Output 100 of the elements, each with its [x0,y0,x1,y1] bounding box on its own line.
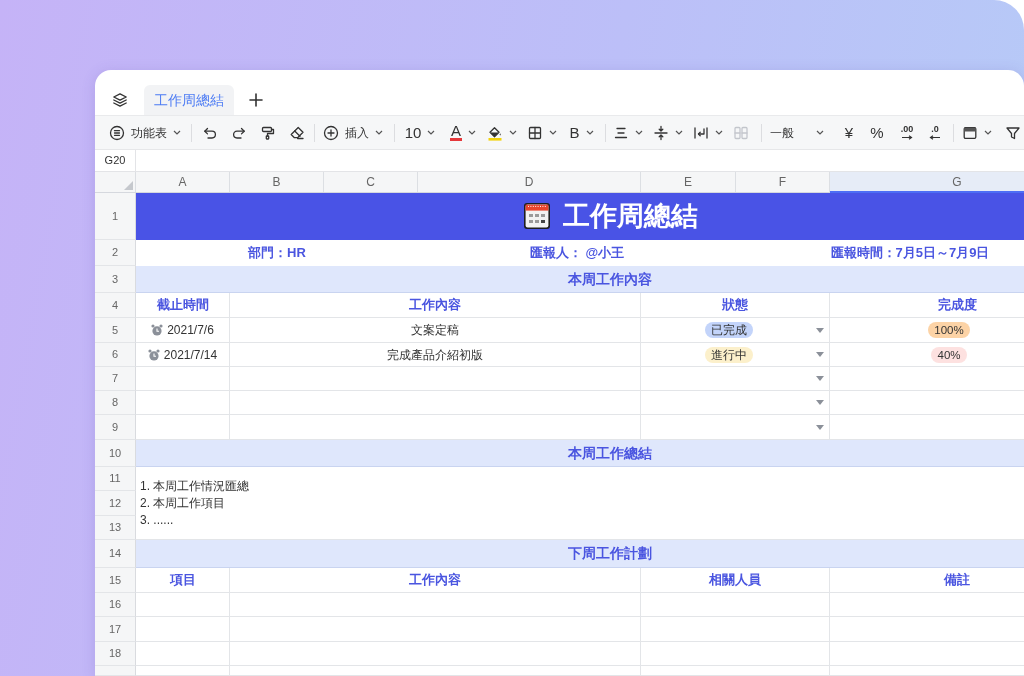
table-header-icon [962,124,978,141]
reporter-text: 匯報人： @小王 [529,243,625,262]
decrease-decimal-button[interactable]: .0 [923,119,947,146]
font-color-button[interactable]: A [445,119,481,146]
column-heading: 工作內容 [409,571,461,590]
select-all-icon[interactable] [124,181,133,190]
row-header[interactable]: 16 [95,593,136,617]
column-header[interactable]: G [830,172,1024,193]
column-heading: 完成度 [937,296,977,315]
calendar-icon [522,202,551,230]
row-header[interactable]: 1 [95,193,136,240]
caret-icon [427,130,436,135]
currency-button[interactable]: ¥ [837,119,861,146]
row-header[interactable]: 8 [95,391,136,415]
grid-icon [527,124,543,141]
row-header[interactable]: 3 [95,266,136,293]
dropdown-arrow-icon[interactable] [816,327,824,333]
column-heading: 相關人員 [709,571,761,590]
paint-bucket-icon [487,124,503,141]
date-text: 2021/7/6 [167,322,214,339]
summary-line: 1. 本周工作情況匯總 [140,477,250,495]
caret-icon [549,130,557,135]
plus-circle-icon [323,124,339,141]
right-arrow-icon [901,135,913,140]
summary-line: 2. 本周工作項目 [140,494,226,512]
menu-button[interactable]: 功能表 [107,119,183,146]
dropdown-arrow-icon[interactable] [816,376,824,381]
alarm-clock-icon [147,348,160,361]
column-heading: 工作內容 [409,296,461,315]
caret-icon [634,130,643,135]
column-heading: 截止時間 [156,296,209,315]
empty-cell[interactable] [230,391,641,415]
progress-tag: 40% [931,346,967,363]
column-header[interactable]: E [641,172,736,192]
caret-icon [674,130,683,135]
insert-button[interactable]: 插入 [321,119,385,146]
column-header[interactable]: C [324,172,418,192]
caret-icon [816,130,824,135]
empty-cell[interactable] [641,666,830,676]
row-header[interactable]: 11 [95,467,136,491]
paint-roller-icon [259,124,276,141]
row-header[interactable]: 4 [95,293,136,318]
left-arrow-icon [929,135,941,140]
increase-decimal-button[interactable]: .00 [895,119,919,146]
column-header[interactable]: D [418,172,641,192]
empty-cell[interactable] [641,593,830,617]
empty-cell[interactable] [641,642,830,666]
status-tag: 進行中 [704,346,753,363]
row-header[interactable] [95,666,136,676]
row-header[interactable]: 14 [95,540,136,568]
row-header[interactable]: 13 [95,516,136,540]
report-period-text: 匯報時間：7月5日～7月9日 [830,243,990,262]
empty-cell[interactable] [230,642,641,666]
row-header[interactable]: 2 [95,240,136,266]
row-header[interactable]: 7 [95,367,136,391]
task-text: 完成產品介紹初版 [387,346,483,364]
eraser-icon [288,124,305,141]
dropdown-arrow-icon[interactable] [816,424,824,430]
progress-tag: 100% [928,322,970,338]
empty-cell[interactable] [641,617,830,642]
row-header[interactable]: 12 [95,491,136,516]
empty-cell[interactable] [230,666,641,676]
empty-cell[interactable] [230,617,641,642]
caret-icon [375,130,383,135]
caret-icon [585,130,594,135]
column-header[interactable]: B [230,172,324,192]
number-format-dropdown[interactable]: 一般 [765,119,830,146]
column-heading: 項目 [169,571,196,590]
vertical-align-icon [652,124,669,141]
row-header[interactable]: 18 [95,642,136,666]
caret-icon [173,130,181,135]
empty-cell[interactable] [230,593,641,617]
department-text: 部門：HR [248,243,306,262]
empty-cell[interactable] [230,367,641,391]
column-header[interactable]: A [136,172,230,192]
dropdown-arrow-icon[interactable] [816,400,824,405]
row-header[interactable]: 17 [95,617,136,642]
column-heading: 狀態 [722,296,748,315]
font-size-dropdown[interactable]: 10 [403,119,437,146]
name-box[interactable]: G20 [95,150,136,171]
filter-icon [1004,124,1021,141]
bold-button[interactable]: B [565,119,598,146]
section-heading: 下周工作計劃 [568,544,652,563]
row-header[interactable]: 6 [95,343,136,367]
status-tag: 已完成 [704,322,753,338]
percent-button[interactable]: % [865,119,889,146]
plus-icon [249,93,263,107]
row-header[interactable]: 10 [95,440,136,467]
date-text: 2021/7/14 [163,346,218,364]
layers-icon [111,92,128,108]
task-text: 文案定稿 [411,322,459,339]
report-title: 工作周總結 [562,202,698,230]
row-header[interactable]: 5 [95,318,136,343]
dropdown-arrow-icon[interactable] [816,352,824,357]
row-header[interactable]: 15 [95,568,136,593]
sheet-tab[interactable]: 工作周總結 [144,85,234,115]
summary-line: 3. ...... [140,511,174,529]
alarm-clock-icon [151,324,164,336]
section-heading: 本周工作總結 [568,443,652,463]
row-header[interactable]: 9 [95,415,136,440]
